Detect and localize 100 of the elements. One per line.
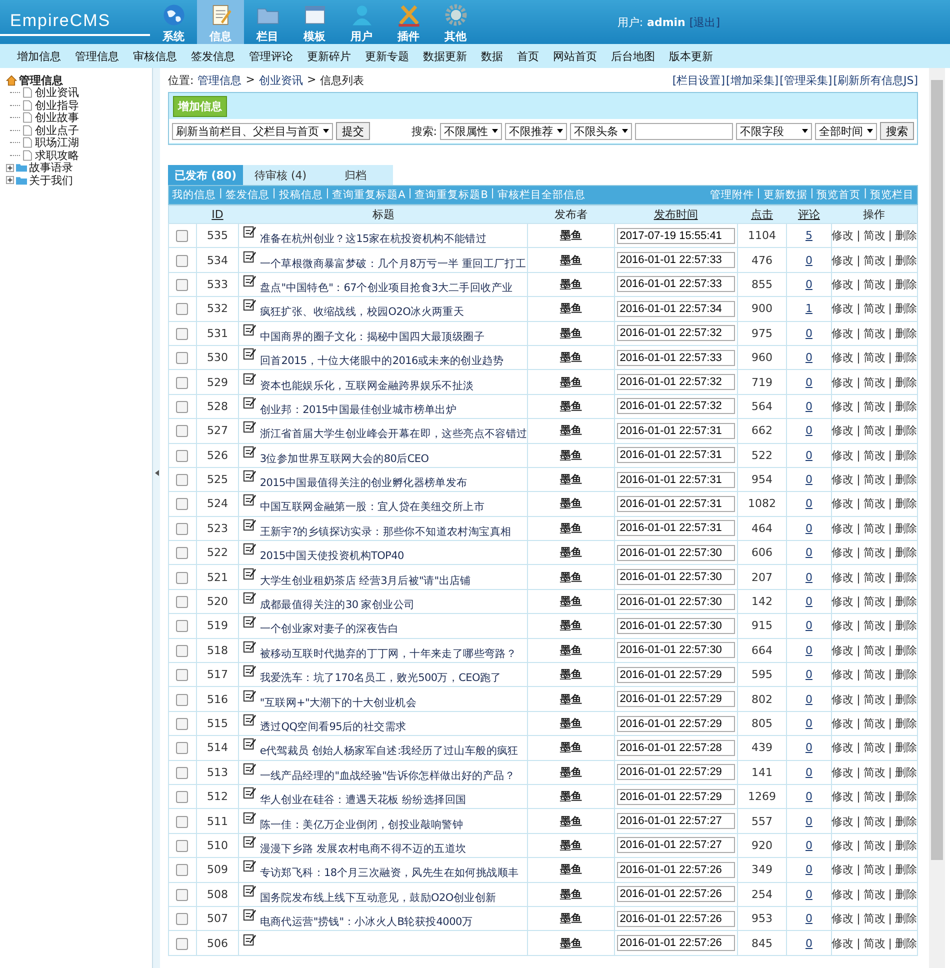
filter-select[interactable]: 不限属性 [440,122,502,140]
time-field[interactable]: 2016-01-01 22:57:30 [616,594,735,610]
action-link[interactable]: 删除 [895,595,917,608]
action-link[interactable]: 删除 [895,888,917,901]
list-tab[interactable]: 归档 [318,165,393,185]
time-field[interactable]: 2016-01-01 22:57:33 [616,276,735,292]
search-field[interactable] [635,122,733,140]
action-link[interactable]: 简改 [863,888,886,901]
top-link[interactable]: [刷新所有信息JS] [833,72,918,88]
comments-link[interactable]: 5 [805,229,812,242]
time-field[interactable]: 2016-01-01 22:57:29 [616,716,735,732]
time-field[interactable]: 2016-01-01 22:57:27 [616,813,735,830]
action-link[interactable]: 删除 [895,717,917,730]
time-field[interactable]: 2016-01-01 22:57:31 [616,422,735,439]
action-link[interactable]: 修改 [832,546,854,560]
action-link[interactable]: 删除 [895,644,917,657]
action-link[interactable]: 修改 [832,863,854,876]
comments-link[interactable]: 0 [805,814,812,828]
action-link[interactable]: 简改 [863,302,886,316]
tree-item[interactable]: 故事语录 [29,160,73,176]
filter-select[interactable]: 不限推荐 [505,122,567,140]
action-link[interactable]: 修改 [832,570,854,584]
menu-item[interactable]: 网站首页 [546,48,604,64]
action-link[interactable]: 简改 [863,936,886,950]
action-link[interactable]: 简改 [863,326,886,340]
action-link[interactable]: 删除 [895,619,917,632]
action-link[interactable]: 简改 [863,644,886,657]
action-link[interactable]: 删除 [895,376,917,389]
row-checkbox[interactable] [176,938,188,950]
breadcrumb-link[interactable]: 管理信息 [198,72,242,88]
time-field[interactable]: 2016-01-01 22:57:31 [616,447,735,464]
tree-item[interactable]: 关于我们 [29,172,73,188]
action-link[interactable]: 删除 [895,497,917,510]
action-link[interactable]: 简改 [863,766,886,779]
action-link[interactable]: 简改 [863,692,886,706]
action-link[interactable]: 简改 [863,741,886,754]
time-field[interactable]: 2016-01-01 22:57:33 [616,252,735,268]
menu-item[interactable]: 签发信息 [184,48,242,64]
time-field[interactable]: 2016-01-01 22:57:26 [616,935,735,952]
row-checkbox[interactable] [176,498,188,510]
filter-select[interactable]: 不限头条 [570,122,632,140]
comments-link[interactable]: 0 [805,888,812,901]
action-link[interactable]: 删除 [895,790,917,804]
comments-link[interactable]: 0 [805,863,812,876]
comments-link[interactable]: 0 [805,254,812,267]
action-link[interactable]: 修改 [832,424,854,438]
row-checkbox[interactable] [176,620,188,632]
menu-item[interactable]: 版本更新 [662,48,720,64]
row-checkbox[interactable] [176,766,188,779]
action-link[interactable]: 修改 [832,376,854,389]
row-checkbox[interactable] [176,230,188,242]
action-link[interactable]: 简改 [863,376,886,389]
nav-tab[interactable]: 模板 [291,0,338,44]
menu-item[interactable]: 管理评论 [242,48,300,64]
comments-link[interactable]: 0 [805,766,812,779]
time-field[interactable]: 2016-01-01 22:57:26 [616,886,735,902]
row-checkbox[interactable] [176,328,188,340]
row-checkbox[interactable] [176,400,188,413]
tree-item[interactable]: 创业故事 [35,110,79,126]
time-field[interactable]: 2016-01-01 22:57:30 [616,642,735,658]
action-link[interactable]: 删除 [895,912,917,926]
row-checkbox[interactable] [176,816,188,828]
action-link[interactable]: 简改 [863,619,886,632]
action-link[interactable]: 修改 [832,838,854,852]
action-link[interactable]: 删除 [895,229,917,242]
row-checkbox[interactable] [176,913,188,926]
time-field[interactable]: 2016-01-01 22:57:32 [616,374,735,390]
scrollbar[interactable] [929,68,945,968]
time-select[interactable]: 全部时间 [815,122,877,140]
action-link[interactable]: 删除 [895,863,917,876]
column-header[interactable]: 评论 [786,206,832,224]
action-link[interactable]: 删除 [895,522,917,535]
menu-item[interactable]: 后台地图 [604,48,662,64]
action-link[interactable]: 删除 [895,424,917,438]
comments-link[interactable]: 1 [805,302,812,316]
action-link[interactable]: 删除 [895,326,917,340]
row-checkbox[interactable] [176,303,188,316]
time-field[interactable]: 2016-01-01 22:57:29 [616,764,735,780]
comments-link[interactable]: 0 [805,448,812,462]
row-checkbox[interactable] [176,376,188,389]
time-field[interactable]: 2016-01-01 22:57:31 [616,472,735,488]
time-field[interactable]: 2016-01-01 22:57:26 [616,862,735,878]
time-field[interactable]: 2016-01-01 22:57:32 [616,398,735,414]
row-checkbox[interactable] [176,742,188,754]
collapse-arrow-icon[interactable] [154,470,158,476]
action-link[interactable]: 简改 [863,522,886,535]
comments-link[interactable]: 0 [805,644,812,657]
action-link[interactable]: 简改 [863,668,886,682]
comments-link[interactable]: 0 [805,741,812,754]
time-field[interactable]: 2016-01-01 22:57:33 [616,350,735,366]
action-link[interactable]: 修改 [832,790,854,804]
tree-item[interactable]: 求职攻略 [35,148,79,163]
submit-button[interactable]: 提交 [336,122,370,140]
action-link[interactable]: 简改 [863,790,886,804]
action-link[interactable]: 修改 [832,692,854,706]
row-checkbox[interactable] [176,352,188,364]
comments-link[interactable]: 0 [805,351,812,364]
action-link[interactable]: 简改 [863,448,886,462]
expand-icon[interactable] [6,164,14,172]
action-link[interactable]: 简改 [863,351,886,364]
